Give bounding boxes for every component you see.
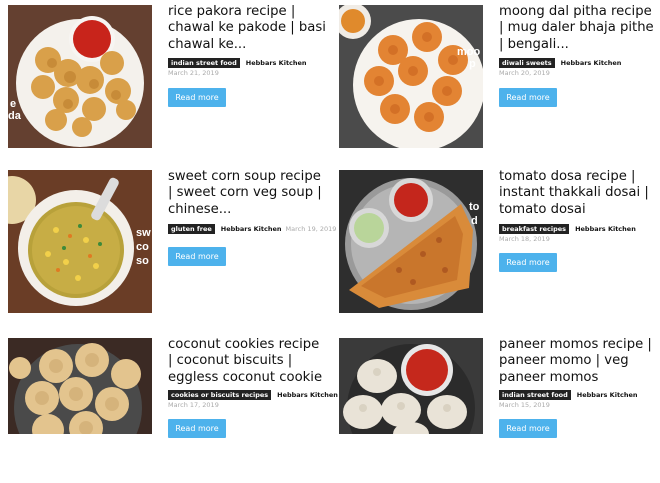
post-author[interactable]: Hebbars Kitchen [277,391,338,399]
post-meta: breakfast recipes Hebbars Kitchen [499,224,636,234]
post-thumbnail[interactable]: sw co so [8,170,152,313]
svg-text:da: da [8,110,22,122]
post-date: March 19, 2019 [285,225,337,233]
svg-text:co: co [136,241,149,253]
svg-text:moo: moo [457,46,481,58]
post-title[interactable]: paneer momos recipe | paneer momo | veg … [499,337,657,386]
post-date: March 21, 2019 [168,69,219,77]
svg-text:p: p [469,58,476,70]
post-meta: indian street food Hebbars Kitchen [168,58,307,68]
post-date: March 17, 2019 [168,401,219,409]
post-author[interactable]: Hebbars Kitchen [575,225,636,233]
post-card: paneer momos recipe | paneer momo | veg … [331,333,652,483]
svg-text:so: so [136,255,149,267]
post-meta: indian street food Hebbars Kitchen [499,390,638,400]
post-card: e da rice pakora recipe | chawal ke pako… [0,0,326,150]
post-title[interactable]: sweet corn soup recipe | sweet corn veg … [168,169,326,218]
post-card: coconut cookies recipe | coconut biscuit… [0,333,338,483]
post-card: sw co so sweet corn soup recipe | sweet … [0,165,336,315]
svg-text:d: d [471,215,478,227]
post-card: to d tomato dosa recipe | instant thakka… [331,165,651,315]
post-author[interactable]: Hebbars Kitchen [577,391,638,399]
post-title[interactable]: moong dal pitha recipe | mug daler bhaja… [499,4,657,53]
read-more-button[interactable]: Read more [168,247,226,266]
category-badge[interactable]: indian street food [499,390,571,400]
post-thumbnail[interactable] [339,338,483,434]
svg-text:e: e [10,98,16,110]
post-date: March 20, 2019 [499,69,550,77]
post-title[interactable]: rice pakora recipe | chawal ke pakode | … [168,4,326,53]
svg-text:sw: sw [136,227,151,239]
category-badge[interactable]: diwali sweets [499,58,555,68]
post-date: March 15, 2019 [499,401,550,409]
post-title[interactable]: tomato dosa recipe | instant thakkali do… [499,169,657,218]
post-meta: gluten free Hebbars Kitchen March 19, 2019 [168,224,336,234]
post-date: March 18, 2019 [499,235,550,243]
read-more-button[interactable]: Read more [168,88,226,107]
post-thumbnail[interactable]: to d [339,170,483,313]
post-thumbnail[interactable]: moo p [339,5,483,148]
post-thumbnail[interactable] [8,338,152,434]
post-title[interactable]: coconut cookies recipe | coconut biscuit… [168,337,326,386]
post-author[interactable]: Hebbars Kitchen [246,59,307,67]
svg-text:to: to [469,201,480,213]
read-more-button[interactable]: Read more [499,253,557,272]
post-card: moo p moong dal pitha recipe | mug daler… [331,0,654,150]
post-author[interactable]: Hebbars Kitchen [221,225,282,233]
category-badge[interactable]: breakfast recipes [499,224,570,234]
post-thumbnail[interactable]: e da [8,5,152,148]
category-badge[interactable]: indian street food [168,58,240,68]
read-more-button[interactable]: Read more [499,88,557,107]
category-badge[interactable]: gluten free [168,224,215,234]
post-meta: diwali sweets Hebbars Kitchen [499,58,621,68]
category-badge[interactable]: cookies or biscuits recipes [168,390,272,400]
post-meta: cookies or biscuits recipes Hebbars Kitch… [168,390,338,400]
post-author[interactable]: Hebbars Kitchen [561,59,622,67]
